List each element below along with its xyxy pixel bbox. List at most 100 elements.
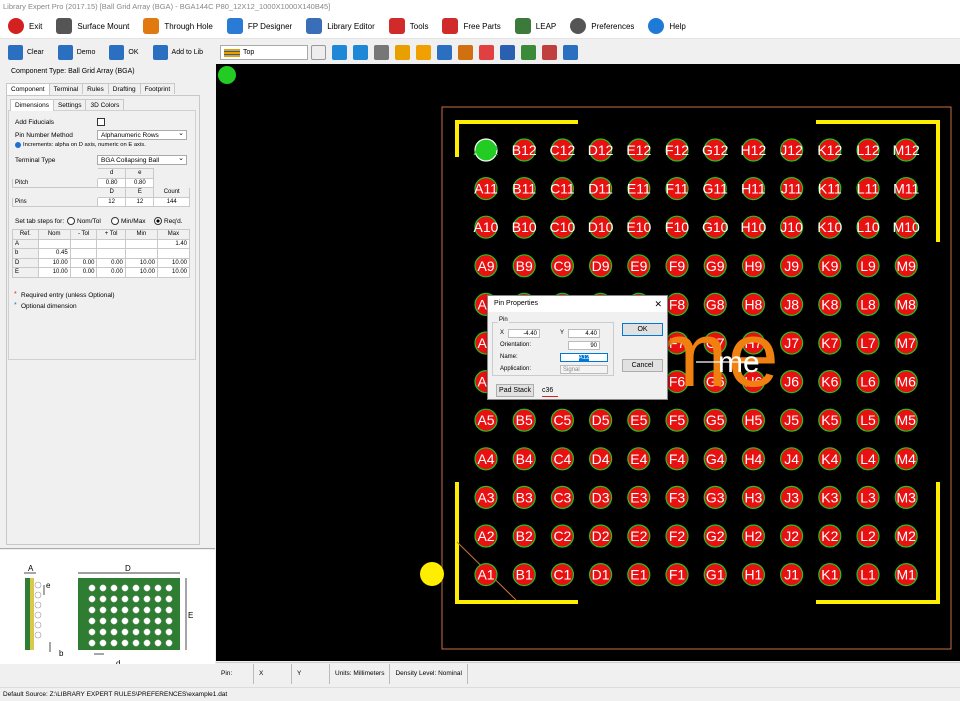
pad-M3[interactable]: M3 (894, 485, 918, 509)
menu-library-editor[interactable]: Library Editor (298, 15, 381, 37)
y-field[interactable]: 4.40 (568, 329, 600, 338)
menu-surface-mount[interactable]: Surface Mount (48, 15, 135, 37)
pad-C4[interactable]: C4 (550, 447, 574, 471)
pad-E12[interactable]: E12 (626, 138, 651, 162)
pad-B4[interactable]: B4 (512, 447, 536, 471)
dim-cell-ptol[interactable] (96, 238, 126, 249)
pad-C12[interactable]: C12 (550, 138, 576, 162)
dim-cell-ptol[interactable] (96, 248, 126, 259)
pad-K2[interactable]: K2 (818, 524, 842, 548)
pad-K9[interactable]: K9 (818, 254, 842, 278)
dim-cell-min[interactable]: 10.00 (124, 267, 158, 278)
pad-K8[interactable]: K8 (818, 292, 842, 316)
pad-L5[interactable]: L5 (856, 408, 880, 432)
pad-G10[interactable]: G10 (702, 215, 729, 239)
pad-K12[interactable]: K12 (817, 138, 842, 162)
delete-icon[interactable] (542, 44, 557, 60)
pad-B2[interactable]: B2 (512, 524, 536, 548)
pad-L9[interactable]: L9 (856, 254, 880, 278)
pad-M2[interactable]: M2 (894, 524, 918, 548)
pins-e-field[interactable]: 12 (125, 196, 155, 207)
pad-stack-button[interactable]: Pad Stack (496, 384, 534, 397)
pad-K5[interactable]: K5 (818, 408, 842, 432)
pitch-e-field[interactable]: 0.80 (125, 177, 155, 188)
pad-J12[interactable]: J12 (779, 138, 804, 162)
pad-J3[interactable]: J3 (779, 485, 804, 509)
pad-H1[interactable]: H1 (741, 563, 766, 587)
dim-cell-mtol[interactable] (69, 238, 98, 249)
pad-M1[interactable]: M1 (894, 563, 918, 587)
pad-M5[interactable]: M5 (894, 408, 918, 432)
pad-B5[interactable]: B5 (512, 408, 536, 432)
tab-terminal[interactable]: Terminal (48, 83, 84, 94)
pad-F4[interactable]: F4 (665, 447, 689, 471)
pad-F1[interactable]: F1 (665, 563, 689, 587)
pad-D9[interactable]: D9 (589, 254, 613, 278)
radio-min-max[interactable] (111, 217, 119, 225)
pad-C5[interactable]: C5 (550, 408, 574, 432)
name-field[interactable]: A12 (560, 353, 608, 362)
dim-cell-ptol[interactable]: 0.00 (96, 257, 126, 268)
tab-footprint[interactable]: Footprint (139, 83, 176, 94)
pad-G9[interactable]: G9 (703, 254, 727, 278)
pad-B11[interactable]: B11 (512, 176, 536, 201)
pad-D12[interactable]: D12 (588, 138, 614, 162)
pad-G12[interactable]: G12 (702, 138, 729, 162)
dim-cell-max[interactable]: 10.00 (156, 257, 191, 268)
tab-drafting[interactable]: Drafting (107, 83, 141, 94)
tab-component[interactable]: Component (6, 83, 50, 95)
pad-F3[interactable]: F3 (665, 485, 689, 509)
dim-cell-max[interactable]: 10.00 (156, 267, 191, 278)
pad-A1[interactable]: A1 (474, 563, 498, 587)
pad-J2[interactable]: J2 (779, 524, 804, 548)
pad-A12[interactable]: A12 (474, 138, 499, 162)
pad-A11[interactable]: A11 (474, 176, 498, 201)
pad-A5[interactable]: A5 (474, 408, 498, 432)
pad-J10[interactable]: J10 (779, 215, 804, 239)
pad-J6[interactable]: J6 (779, 370, 804, 394)
pad-M10[interactable]: M10 (893, 215, 920, 239)
pad-M8[interactable]: M8 (894, 292, 918, 316)
dim-cell-nom[interactable] (37, 238, 71, 249)
menu-exit[interactable]: Exit (0, 15, 48, 37)
pad-C1[interactable]: C1 (550, 563, 574, 587)
pad-D4[interactable]: D4 (589, 447, 613, 471)
layer-select[interactable]: Top (220, 44, 308, 60)
zoom-extents-icon[interactable] (353, 44, 368, 60)
pad-H3[interactable]: H3 (741, 485, 766, 509)
dim-cell-min[interactable]: 10.00 (124, 257, 158, 268)
pad-L11[interactable]: L11 (856, 176, 880, 201)
pad-D11[interactable]: D11 (588, 176, 613, 201)
add-to-lib-button[interactable]: Add to Lib (145, 44, 210, 60)
tab-rules[interactable]: Rules (82, 83, 109, 94)
dim-cell-nom[interactable]: 0.45 (37, 248, 71, 259)
pad-G11[interactable]: G11 (702, 176, 728, 201)
pad-M12[interactable]: M12 (893, 138, 920, 162)
pad-G1[interactable]: G1 (703, 563, 727, 587)
pad-G2[interactable]: G2 (703, 524, 727, 548)
pad-K4[interactable]: K4 (818, 447, 842, 471)
pad-J11[interactable]: J11 (779, 176, 804, 201)
menu-free-parts[interactable]: Free Parts (434, 15, 506, 37)
text-tool-icon[interactable] (458, 44, 473, 60)
pad-L1[interactable]: L1 (856, 563, 880, 587)
ok-button[interactable]: OK (622, 323, 663, 336)
pad-B10[interactable]: B10 (512, 215, 537, 239)
align-icon[interactable] (395, 44, 410, 60)
pad-A4[interactable]: A4 (474, 447, 498, 471)
pad-E2[interactable]: E2 (627, 524, 651, 548)
pad-J1[interactable]: J1 (779, 563, 804, 587)
pad-H4[interactable]: H4 (741, 447, 766, 471)
pad-L3[interactable]: L3 (856, 485, 880, 509)
pad-J4[interactable]: J4 (779, 447, 804, 471)
pad-A9[interactable]: A9 (474, 254, 498, 278)
pad-G5[interactable]: G5 (703, 408, 727, 432)
pad-J5[interactable]: J5 (779, 408, 804, 432)
pad-D2[interactable]: D2 (589, 524, 613, 548)
pad-C3[interactable]: C3 (550, 485, 574, 509)
rotate-icon[interactable] (437, 44, 452, 60)
pins-d-field[interactable]: 12 (96, 196, 127, 207)
tab-dimensions[interactable]: Dimensions (10, 99, 54, 111)
pad-M7[interactable]: M7 (894, 331, 918, 355)
dim-cell-nom[interactable]: 10.00 (37, 267, 71, 278)
